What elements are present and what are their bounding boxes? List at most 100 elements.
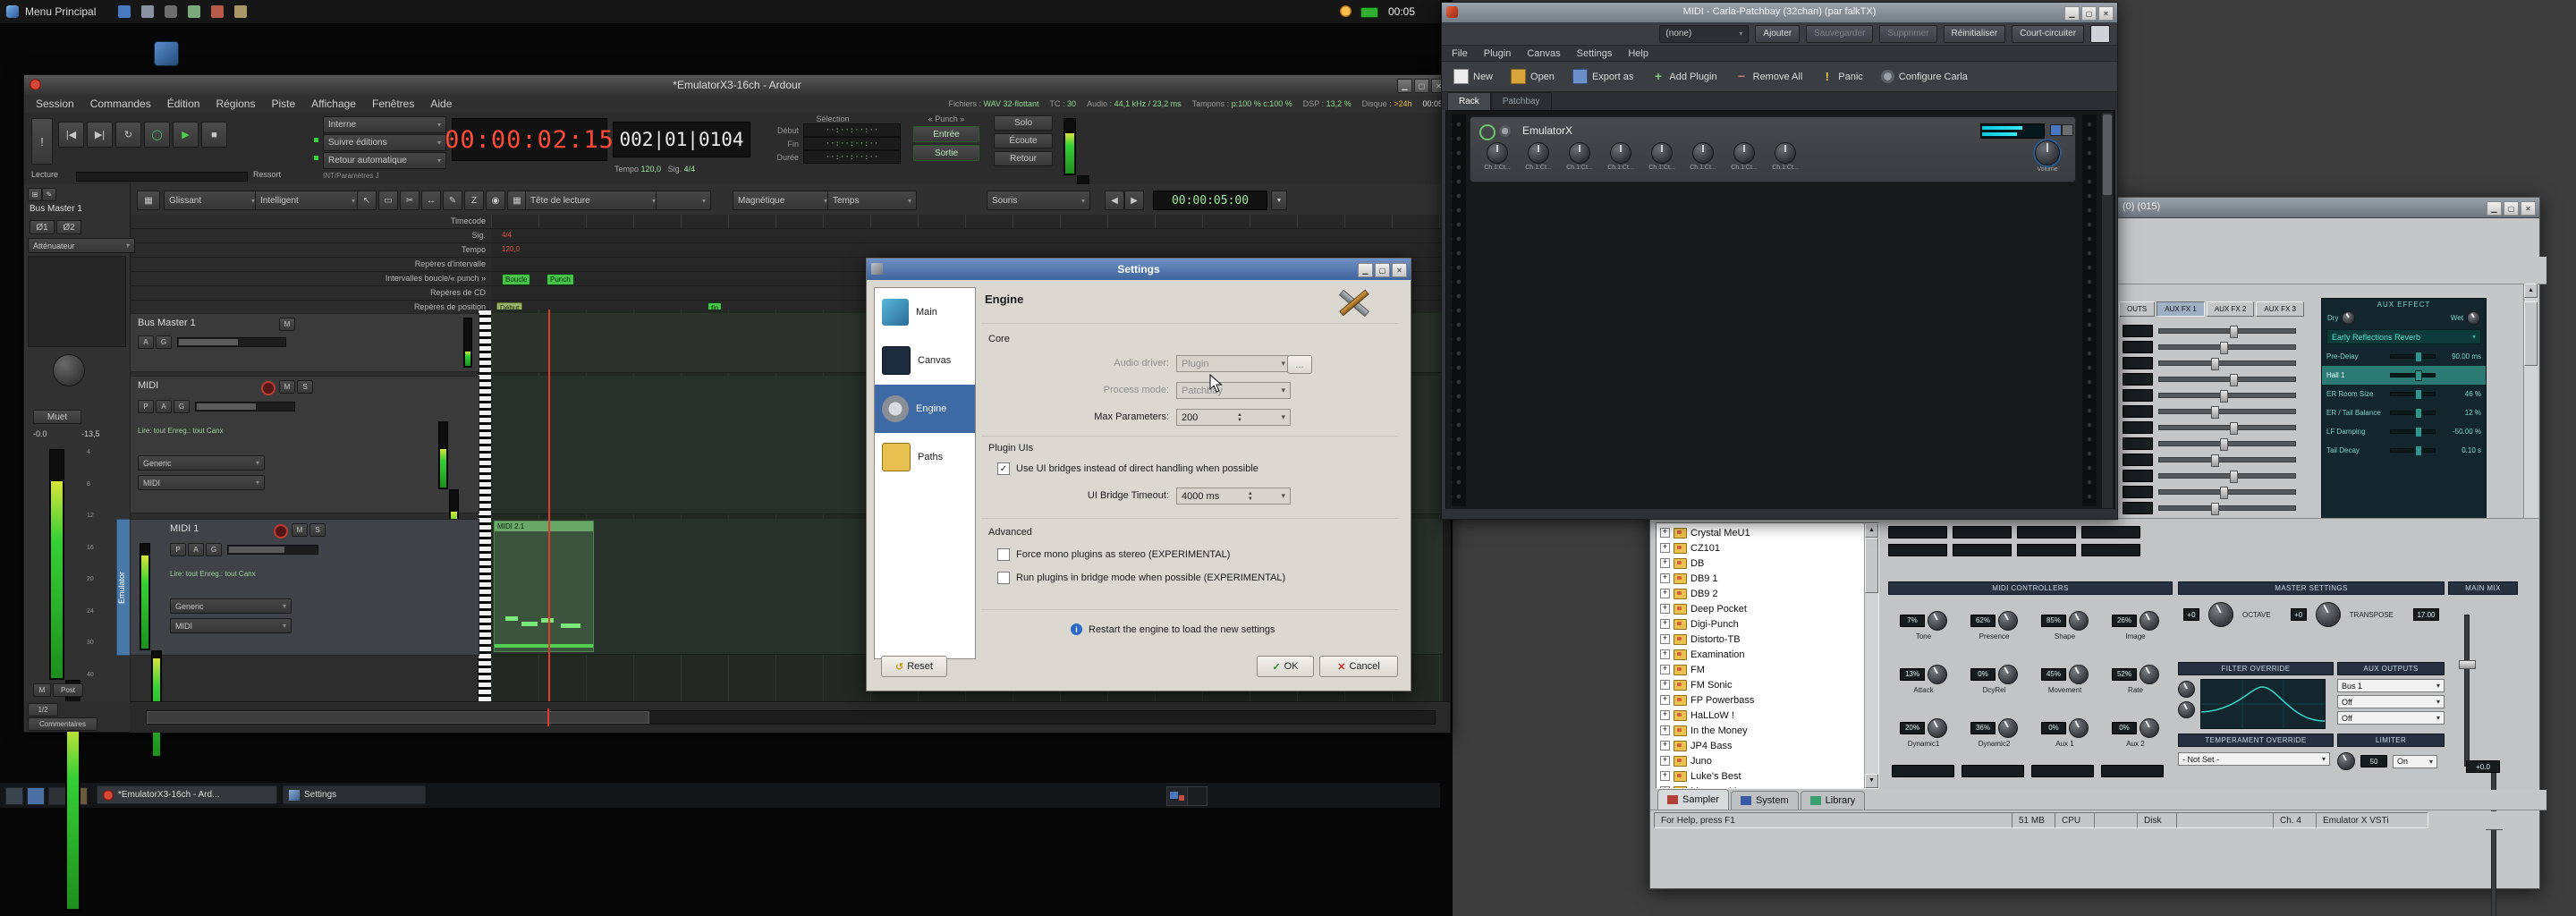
record-arm-button[interactable] — [274, 524, 288, 539]
tab-system[interactable]: System — [1731, 791, 1799, 810]
tool-button[interactable]: ◉ — [486, 191, 505, 210]
cc-box[interactable] — [2081, 526, 2140, 539]
transport-button[interactable]: ▶ — [173, 122, 199, 148]
channel-combo[interactable]: MIDI — [170, 618, 292, 633]
fx-param-row[interactable]: Tail Decay 0.10 s — [2322, 441, 2486, 460]
settings-titlebar[interactable]: Settings ▁ ▢ ✕ — [867, 259, 1411, 280]
nudge-clock[interactable]: 00:00:05:00 — [1153, 191, 1267, 210]
tab-sampler[interactable]: Sampler — [1657, 789, 1729, 810]
maximize-icon[interactable]: ▢ — [2081, 6, 2097, 21]
checkbox-checked-icon[interactable]: ✓ — [997, 462, 1010, 475]
controller-value[interactable]: 36% — [1970, 722, 1996, 734]
expand-icon[interactable]: + — [1660, 695, 1670, 705]
reset-button[interactable]: Réinitialiser — [1944, 25, 2006, 43]
volume-knob[interactable] — [2035, 140, 2060, 165]
edit-point-combo[interactable]: Tête de lecture — [525, 191, 661, 210]
nav-item-main[interactable]: Main — [875, 288, 975, 336]
patch-combo[interactable]: Generic — [138, 455, 265, 471]
controller-knob[interactable] — [1998, 665, 2018, 684]
group-button[interactable]: G — [156, 335, 172, 349]
nudge-back-button[interactable]: ◀ — [1105, 191, 1124, 210]
punch-marker[interactable]: Punch — [547, 274, 574, 285]
track-name[interactable]: MIDI — [138, 380, 158, 391]
selection-row[interactable]: Fin ··:··:··:·· — [765, 137, 901, 150]
spin-arrows-icon[interactable]: ▲▼ — [1237, 412, 1242, 423]
midi-channel-mode[interactable]: Lire: tout Enreg.: tout Canx — [138, 427, 224, 435]
phase1-button[interactable]: Ø1 — [30, 220, 55, 234]
tree-item[interactable]: + Luke's Best — [1657, 768, 1878, 784]
scroll-thumb[interactable] — [2524, 301, 2538, 366]
secondary-clock[interactable]: 002|01|0104 — [613, 122, 750, 157]
task-button-ardour[interactable]: *EmulatorX3-16ch - Ard... — [97, 785, 277, 804]
tree-item-label[interactable]: FM — [1690, 665, 1705, 675]
summary-scrollbar[interactable] — [146, 710, 1436, 725]
controller-knob[interactable] — [1928, 718, 1947, 738]
expand-icon[interactable]: + — [1660, 558, 1670, 568]
octave-value[interactable]: +0 — [2183, 608, 2199, 621]
preset-combo[interactable]: (none) — [1659, 25, 1749, 43]
shuttle-control[interactable] — [76, 172, 248, 182]
menu-item[interactable]: Canvas — [1519, 48, 1568, 59]
channel-slider[interactable] — [2158, 409, 2296, 414]
toolbar-button[interactable]: Configure Carla — [1873, 65, 1976, 89]
close-icon[interactable]: ✕ — [1392, 263, 1407, 277]
menu-item[interactable]: Régions — [208, 98, 263, 110]
track-fader[interactable] — [195, 402, 295, 411]
process-mode-combo[interactable]: Patchbay — [1176, 382, 1291, 399]
param-knob[interactable] — [1487, 142, 1508, 164]
menu-item[interactable]: Aide — [422, 98, 460, 110]
tree-item[interactable]: + FM — [1657, 662, 1878, 677]
fx-param-row[interactable]: ER / Tail Balance 12 % — [2322, 403, 2486, 422]
param-knob[interactable] — [1775, 142, 1796, 164]
controller-value[interactable]: 13% — [1900, 668, 1925, 681]
cc-select[interactable] — [1962, 765, 2024, 777]
track-name[interactable]: Bus Master 1 — [138, 318, 196, 328]
channel-slider[interactable] — [2158, 489, 2296, 495]
auto-return-combo[interactable]: Retour automatique — [323, 152, 446, 169]
tool-button[interactable]: ↖ — [357, 191, 377, 210]
maximize-icon[interactable]: ▢ — [1375, 263, 1390, 277]
close-icon[interactable]: ✕ — [2098, 6, 2114, 21]
expand-icon[interactable]: + — [1660, 589, 1670, 598]
expand-icon[interactable]: + — [1660, 649, 1670, 659]
tree-item[interactable]: + Deep Pocket — [1657, 601, 1878, 616]
workspace-pager[interactable] — [1166, 786, 1208, 806]
expand-icon[interactable]: + — [1660, 604, 1670, 614]
tab-auxfx2[interactable]: AUX FX 2 — [2207, 301, 2255, 317]
filter-res-knob[interactable] — [2178, 701, 2195, 718]
remove-button[interactable]: Supprimer — [1879, 25, 1936, 43]
menu-item[interactable]: Help — [1620, 48, 1657, 59]
aux-bus-combo-3[interactable]: Off — [2337, 711, 2445, 725]
tree-item[interactable]: + Crystal MeU1 — [1657, 525, 1878, 540]
param-knob[interactable] — [1528, 142, 1549, 164]
channel-slider[interactable] — [2158, 505, 2296, 511]
aux-effect-preset-combo[interactable]: Early Reflections Reverb — [2326, 329, 2481, 344]
expand-icon[interactable]: + — [1660, 543, 1670, 553]
tab-rack[interactable]: Rack — [1447, 92, 1491, 110]
automation-strip[interactable] — [495, 644, 593, 648]
mute-track-button[interactable]: M — [279, 380, 295, 394]
expand-icon[interactable]: + — [1660, 771, 1670, 781]
automation-button[interactable]: A — [188, 543, 204, 556]
tree-item-label[interactable]: DB9 2 — [1690, 589, 1718, 599]
zoom-combo[interactable] — [656, 191, 711, 210]
channel-slider[interactable] — [2158, 328, 2296, 334]
midi-panic-button[interactable]: ! — [31, 118, 53, 165]
menu-item[interactable]: Plugin — [1476, 48, 1520, 59]
param-knob[interactable] — [1569, 142, 1590, 164]
mute-button[interactable]: Muet — [33, 410, 81, 424]
controller-value[interactable]: 7% — [1900, 615, 1925, 627]
tree-item-label[interactable]: Digi-Punch — [1690, 619, 1739, 630]
grid-units-combo[interactable]: Temps — [827, 191, 917, 210]
track-fader[interactable] — [177, 337, 286, 347]
track-fader[interactable] — [227, 545, 318, 555]
tree-item-label[interactable]: HaLLoW ! — [1690, 710, 1734, 721]
mute-track-button[interactable]: M — [279, 318, 295, 331]
track-header-midi[interactable]: MIDI M S P A G Lire: tout Enreg.: tout C… — [130, 376, 479, 513]
toolbar-button[interactable]: Remove All — [1727, 65, 1811, 89]
meter-point-post[interactable]: Post — [53, 683, 83, 697]
ardour-titlebar[interactable]: *EmulatorX3-16ch - Ardour ▁ ▢ ✕ — [24, 75, 1450, 96]
plugin-power-icon[interactable] — [1479, 124, 1496, 140]
tab-auxfx3[interactable]: AUX FX 3 — [2256, 301, 2304, 317]
automation-button[interactable]: A — [138, 335, 154, 349]
